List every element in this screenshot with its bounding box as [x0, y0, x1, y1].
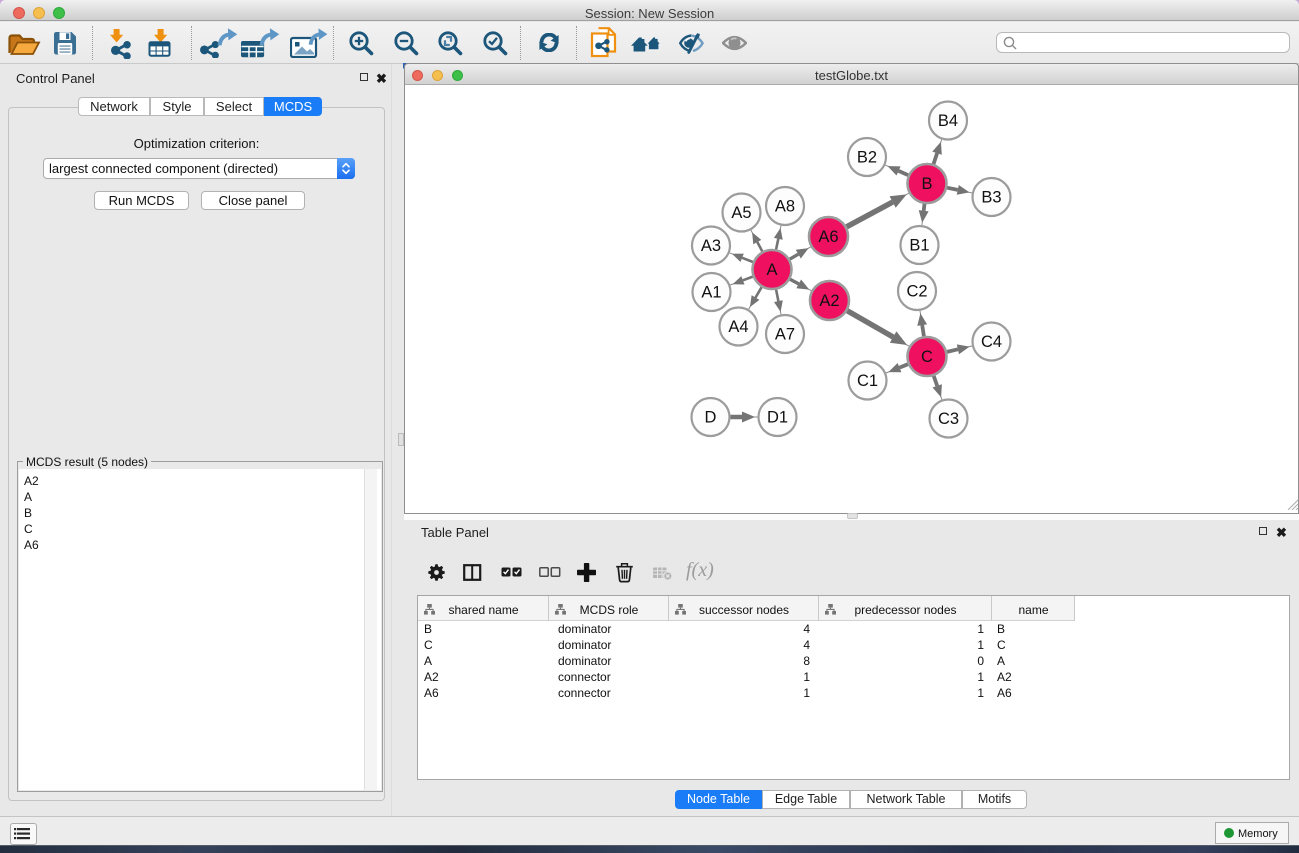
svg-text:A2: A2: [819, 292, 839, 310]
svg-text:B4: B4: [938, 112, 958, 130]
svg-text:C: C: [921, 348, 933, 366]
svg-text:A7: A7: [775, 326, 795, 344]
svg-text:A4: A4: [728, 318, 748, 336]
svg-text:D: D: [705, 409, 717, 427]
svg-text:C3: C3: [938, 410, 959, 428]
svg-text:B2: B2: [857, 149, 877, 167]
svg-text:A6: A6: [818, 228, 838, 246]
svg-text:B1: B1: [909, 237, 929, 255]
svg-text:C4: C4: [981, 333, 1002, 351]
svg-text:D1: D1: [767, 409, 788, 427]
svg-text:B3: B3: [981, 189, 1001, 207]
svg-text:A5: A5: [731, 204, 751, 222]
svg-text:A3: A3: [701, 237, 721, 255]
svg-text:B: B: [921, 175, 932, 193]
svg-text:A8: A8: [775, 198, 795, 216]
svg-text:C1: C1: [857, 372, 878, 390]
svg-text:A: A: [766, 261, 777, 279]
svg-text:A1: A1: [701, 284, 721, 302]
svg-text:C2: C2: [906, 283, 927, 301]
